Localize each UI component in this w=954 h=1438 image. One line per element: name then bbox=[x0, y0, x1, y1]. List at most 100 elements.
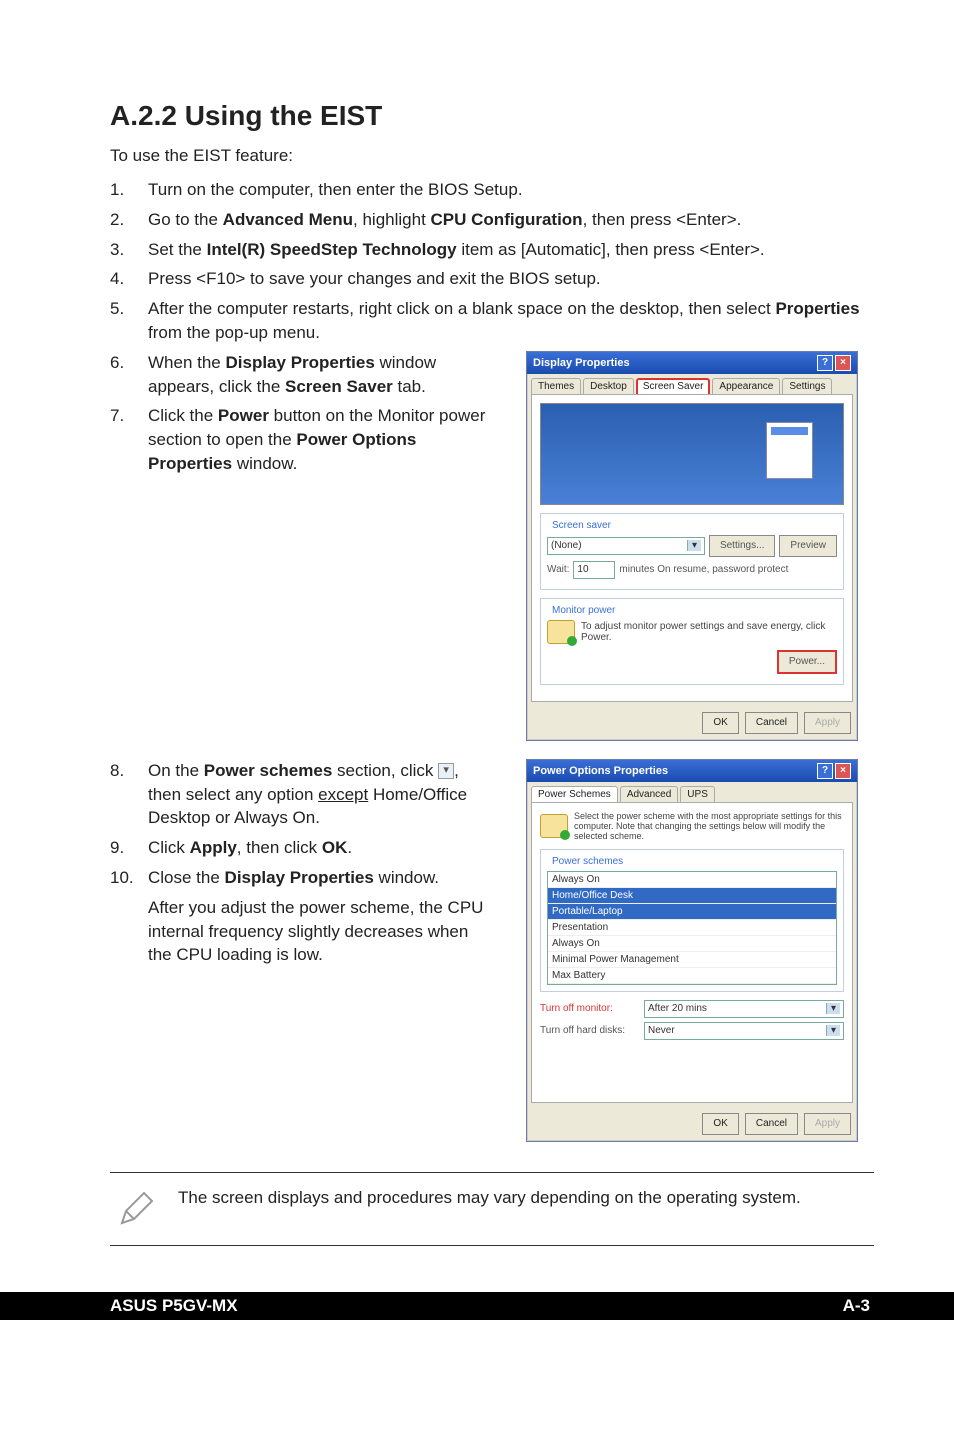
display-properties-label: Display Properties bbox=[226, 353, 375, 372]
text: section, click bbox=[332, 761, 438, 780]
section-heading: A.2.2 Using the EIST bbox=[110, 100, 874, 132]
step-6: When the Display Properties window appea… bbox=[148, 351, 490, 399]
list-item[interactable]: Minimal Power Management bbox=[548, 952, 836, 968]
power-label: Power bbox=[218, 406, 269, 425]
turn-off-monitor-label: Turn off monitor: bbox=[540, 1003, 640, 1014]
power-schemes-label: Power schemes bbox=[204, 761, 333, 780]
turn-off-monitor-select[interactable]: After 20 mins▾ bbox=[644, 1000, 844, 1018]
dialog-title: Display Properties bbox=[533, 357, 630, 369]
select-value: After 20 mins bbox=[648, 1003, 707, 1014]
step-1: Turn on the computer, then enter the BIO… bbox=[148, 178, 874, 202]
apply-label: Apply bbox=[190, 838, 237, 857]
step-number: 7. bbox=[110, 404, 148, 475]
text: , then press <Enter>. bbox=[583, 210, 742, 229]
power-options-dialog: Power Options Properties ? × Power Schem… bbox=[526, 759, 858, 1142]
text: Set the bbox=[148, 240, 207, 259]
text: tab. bbox=[393, 377, 426, 396]
monitor-power-icon bbox=[547, 620, 575, 644]
tab-settings[interactable]: Settings bbox=[782, 378, 832, 394]
power-schemes-list[interactable]: Always On Home/Office Desk Portable/Lapt… bbox=[547, 871, 837, 985]
note-pencil-icon bbox=[114, 1187, 158, 1231]
footer-product: ASUS P5GV-MX bbox=[110, 1296, 238, 1316]
step-10: Close the Display Properties window. Aft… bbox=[148, 866, 490, 967]
dialog-body: Screen saver (None)▾ Settings... Preview… bbox=[531, 394, 853, 702]
ok-button[interactable]: OK bbox=[702, 712, 738, 734]
text: Close the bbox=[148, 868, 225, 887]
power-schemes-fieldset: Power schemes Always On Home/Office Desk… bbox=[540, 849, 844, 992]
ok-label: OK bbox=[322, 838, 348, 857]
step-7: Click the Power button on the Monitor po… bbox=[148, 404, 490, 475]
list-item[interactable]: Presentation bbox=[548, 920, 836, 936]
text: When the bbox=[148, 353, 226, 372]
steps-6-7: 6. When the Display Properties window ap… bbox=[110, 351, 490, 476]
advanced-menu-label: Advanced Menu bbox=[223, 210, 353, 229]
tab-advanced[interactable]: Advanced bbox=[620, 786, 678, 802]
help-icon[interactable]: ? bbox=[817, 355, 833, 371]
close-icon[interactable]: × bbox=[835, 355, 851, 371]
screen-saver-label: Screen Saver bbox=[285, 377, 393, 396]
settings-button[interactable]: Settings... bbox=[709, 535, 775, 557]
chevron-down-icon: ▾ bbox=[826, 1025, 840, 1036]
fieldset-legend: Monitor power bbox=[549, 605, 618, 616]
tab-desktop[interactable]: Desktop bbox=[583, 378, 634, 394]
list-item[interactable]: Home/Office Desk bbox=[548, 888, 836, 904]
power-button[interactable]: Power... bbox=[777, 650, 837, 674]
except-underlined: except bbox=[318, 785, 368, 804]
step-8: On the Power schemes section, click ▾, t… bbox=[148, 759, 490, 830]
help-icon[interactable]: ? bbox=[817, 763, 833, 779]
display-properties-label: Display Properties bbox=[225, 868, 374, 887]
dialog-titlebar: Power Options Properties ? × bbox=[527, 760, 857, 782]
text: . bbox=[347, 838, 352, 857]
page-footer: ASUS P5GV-MX A-3 bbox=[0, 1292, 954, 1320]
power-scheme-icon bbox=[540, 814, 568, 838]
cancel-button[interactable]: Cancel bbox=[745, 712, 798, 734]
tab-ups[interactable]: UPS bbox=[680, 786, 715, 802]
list-item[interactable]: Always On bbox=[548, 936, 836, 952]
intro-text: To use the EIST feature: bbox=[110, 146, 874, 166]
cancel-button[interactable]: Cancel bbox=[745, 1113, 798, 1135]
step-9: Click Apply, then click OK. bbox=[148, 836, 490, 860]
tab-screen-saver[interactable]: Screen Saver bbox=[636, 378, 711, 394]
note-text: The screen displays and procedures may v… bbox=[178, 1187, 801, 1210]
step-number: 2. bbox=[110, 208, 148, 232]
chevron-down-icon: ▾ bbox=[438, 763, 454, 779]
list-item[interactable]: Always On bbox=[548, 872, 836, 888]
list-item[interactable]: Max Battery bbox=[548, 968, 836, 984]
step-number: 6. bbox=[110, 351, 148, 399]
list-item[interactable]: Portable/Laptop bbox=[548, 904, 836, 920]
ok-button[interactable]: OK bbox=[702, 1113, 738, 1135]
fieldset-legend: Screen saver bbox=[549, 520, 614, 531]
text: window. bbox=[232, 454, 297, 473]
text: item as [Automatic], then press <Enter>. bbox=[457, 240, 765, 259]
screen-saver-select[interactable]: (None)▾ bbox=[547, 537, 705, 555]
text: Click bbox=[148, 838, 190, 857]
wait-spinner[interactable]: 10 bbox=[573, 561, 615, 579]
monitor-preview bbox=[540, 403, 844, 505]
dialog-title: Power Options Properties bbox=[533, 765, 668, 777]
text: On the bbox=[148, 761, 204, 780]
fieldset-legend: Power schemes bbox=[549, 856, 626, 867]
apply-button[interactable]: Apply bbox=[804, 712, 851, 734]
wait-value: 10 bbox=[577, 564, 588, 575]
tab-appearance[interactable]: Appearance bbox=[712, 378, 780, 394]
preview-button[interactable]: Preview bbox=[779, 535, 837, 557]
close-icon[interactable]: × bbox=[835, 763, 851, 779]
apply-button[interactable]: Apply bbox=[804, 1113, 851, 1135]
turn-off-hd-label: Turn off hard disks: bbox=[540, 1025, 640, 1036]
tab-power-schemes[interactable]: Power Schemes bbox=[531, 786, 618, 802]
step-number: 10. bbox=[110, 866, 148, 967]
step-5: After the computer restarts, right click… bbox=[148, 297, 874, 345]
footer-page-number: A-3 bbox=[843, 1296, 870, 1316]
page: A.2.2 Using the EIST To use the EIST fea… bbox=[0, 0, 954, 1360]
turn-off-hd-select[interactable]: Never▾ bbox=[644, 1022, 844, 1040]
step-number: 9. bbox=[110, 836, 148, 860]
power-scheme-desc: Select the power scheme with the most ap… bbox=[574, 811, 844, 841]
step-number: 3. bbox=[110, 238, 148, 262]
text: , then click bbox=[237, 838, 322, 857]
monitor-power-text: To adjust monitor power settings and sav… bbox=[581, 621, 837, 643]
dialog-titlebar: Display Properties ? × bbox=[527, 352, 857, 374]
note-box: The screen displays and procedures may v… bbox=[110, 1172, 874, 1246]
step-number: 1. bbox=[110, 178, 148, 202]
tab-themes[interactable]: Themes bbox=[531, 378, 581, 394]
dialog-body: Select the power scheme with the most ap… bbox=[531, 802, 853, 1103]
